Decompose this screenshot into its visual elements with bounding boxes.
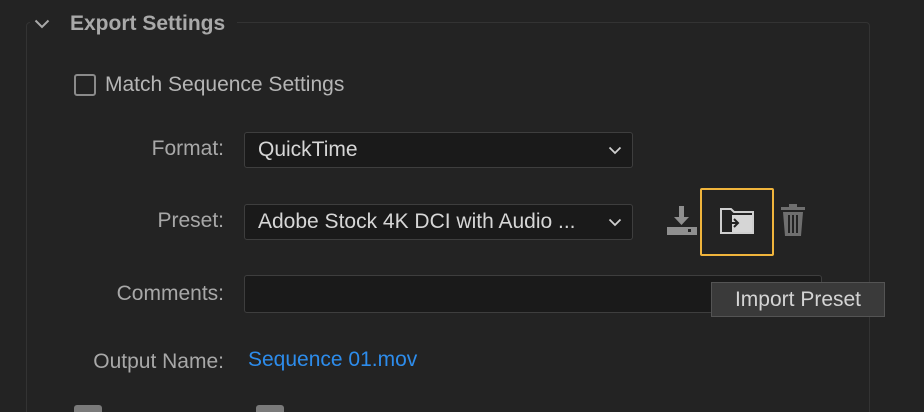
section-header[interactable]: Export Settings (30, 6, 238, 42)
delete-preset-button[interactable] (777, 203, 809, 241)
partial-checkbox[interactable] (74, 405, 102, 412)
preset-dropdown[interactable]: Adobe Stock 4K DCI with Audio ... (244, 204, 633, 240)
preset-label: Preset: (157, 209, 224, 232)
output-name-link[interactable]: Sequence 01.mov (248, 348, 417, 372)
output-name-label: Output Name: (93, 350, 224, 373)
comments-label: Comments: (116, 282, 224, 305)
format-dropdown[interactable]: QuickTime (244, 132, 633, 168)
import-preset-focus-highlight (700, 188, 774, 256)
chevron-down-icon (598, 218, 632, 227)
section-title: Export Settings (70, 12, 226, 35)
trash-icon (779, 203, 807, 242)
export-settings-panel: Export Settings Match Sequence Settings … (0, 0, 924, 412)
save-preset-button[interactable] (664, 204, 700, 240)
chevron-down-icon[interactable] (30, 12, 54, 36)
match-sequence-row[interactable]: Match Sequence Settings (74, 70, 344, 100)
chevron-down-icon (598, 146, 632, 155)
partial-checkbox[interactable] (256, 405, 284, 412)
match-sequence-label: Match Sequence Settings (105, 73, 345, 96)
import-preset-tooltip: Import Preset (711, 282, 885, 317)
format-label: Format: (151, 137, 224, 160)
format-value: QuickTime (258, 138, 358, 161)
download-icon (665, 204, 699, 241)
preset-value: Adobe Stock 4K DCI with Audio ... (258, 210, 576, 233)
match-sequence-checkbox[interactable] (74, 74, 96, 96)
